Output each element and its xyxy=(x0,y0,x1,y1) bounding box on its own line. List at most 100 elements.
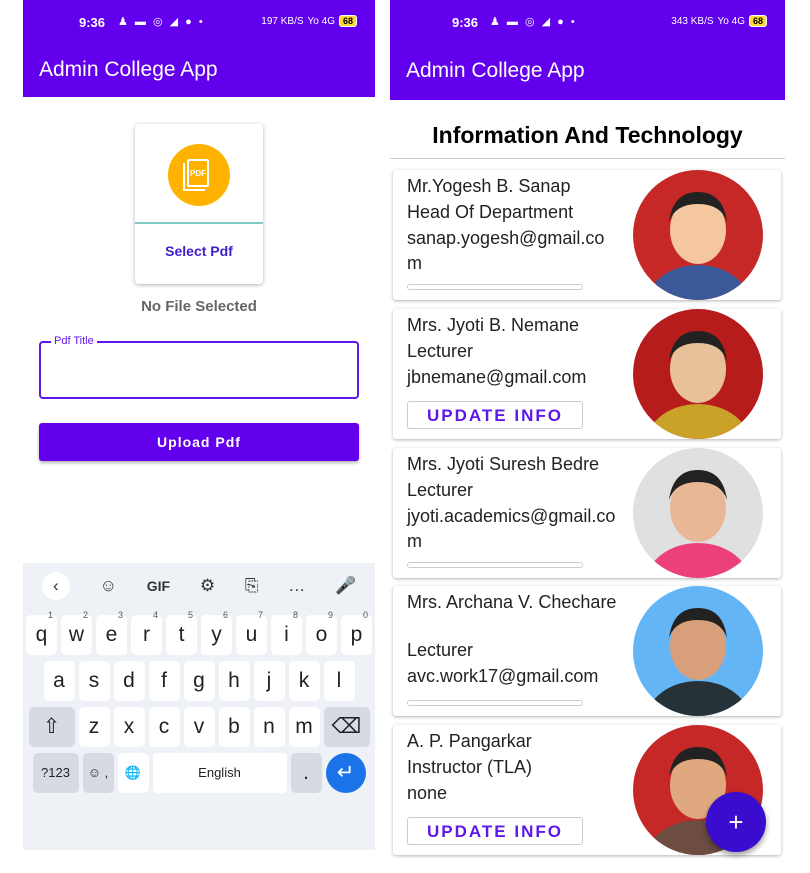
update-info-button[interactable] xyxy=(407,700,583,706)
key-a[interactable]: a xyxy=(43,661,75,701)
key-q[interactable]: q1 xyxy=(26,610,57,655)
faculty-post: Instructor (TLA) xyxy=(407,757,533,777)
translate-icon[interactable]: ⎘ xyxy=(245,576,259,596)
faculty-email: jyoti.academics@gmail.com xyxy=(407,506,616,551)
faculty-post: Lecturer xyxy=(407,480,474,500)
battery-icon: 68 xyxy=(748,15,767,27)
update-info-button[interactable] xyxy=(407,562,583,568)
update-info-button[interactable] xyxy=(407,284,583,290)
key-o[interactable]: o9 xyxy=(306,610,337,655)
faculty-post: Lecturer xyxy=(407,640,474,660)
globe-icon[interactable]: 🌐 xyxy=(117,753,149,793)
settings-icon[interactable]: ⚙ xyxy=(200,576,215,596)
update-info-button[interactable]: UPDATE INFO xyxy=(407,817,583,845)
gif-button[interactable]: GIF xyxy=(147,578,170,594)
key-r[interactable]: r4 xyxy=(131,610,162,655)
faculty-name: Mrs. Jyoti B. Nemane xyxy=(407,315,580,335)
keyboard-toolbar: ‹ ☺ GIF ⚙ ⎘ … 🎤 xyxy=(23,563,375,609)
collapse-icon[interactable]: ‹ xyxy=(41,572,70,600)
faculty-email: none xyxy=(407,783,448,803)
status-bar: 9:36 ♟ ▬ ◎ ◢ ● • 343 KB/S Yo 4G 68 xyxy=(390,0,785,45)
key-i[interactable]: i8 xyxy=(271,610,302,655)
upload-screen: 9:36 ♟ ▬ ◎ ◢ ● • 197 KB/S Yo 4G 68 Admin… xyxy=(23,0,375,873)
notification-icons: ♟ ▬ ◎ ◢ ● • xyxy=(118,16,205,28)
key-x[interactable]: x xyxy=(113,707,145,747)
key-c[interactable]: c xyxy=(148,707,180,747)
faculty-list-screen: 9:36 ♟ ▬ ◎ ◢ ● • 343 KB/S Yo 4G 68 Admin… xyxy=(390,0,785,873)
mic-icon[interactable]: 🎤 xyxy=(335,576,356,596)
add-faculty-button[interactable]: + xyxy=(706,792,766,852)
space-key[interactable]: English xyxy=(152,753,287,793)
key-h[interactable]: h xyxy=(218,661,250,701)
faculty-card[interactable]: Mrs. Jyoti Suresh Bedre Lecturer jyoti.aca… xyxy=(393,448,781,578)
app-title: Admin College App xyxy=(39,58,218,81)
key-k[interactable]: k xyxy=(288,661,320,701)
key-e[interactable]: e3 xyxy=(96,610,127,655)
emoji-key[interactable]: ☺ , xyxy=(82,753,114,793)
app-title: Admin College App xyxy=(406,59,585,82)
app-bar: Admin College App xyxy=(390,45,785,100)
faculty-card[interactable]: Mr.Yogesh B. Sanap Head Of Department sana… xyxy=(393,170,781,300)
more-icon[interactable]: … xyxy=(288,576,305,596)
speed-indicator: 197 KB/S xyxy=(261,15,304,27)
key-p[interactable]: p0 xyxy=(341,610,372,655)
status-time: 9:36 xyxy=(452,15,479,30)
app-bar: Admin College App xyxy=(23,45,375,97)
status-right: 343 KB/S Yo 4G 68 xyxy=(671,15,767,27)
backspace-key[interactable]: ⌫ xyxy=(323,707,370,747)
faculty-name: A. P. Pangarkar xyxy=(407,731,532,751)
key-j[interactable]: j xyxy=(253,661,285,701)
faculty-name: Mrs. Archana V. Chechare xyxy=(407,592,617,612)
faculty-post: Lecturer xyxy=(407,341,474,361)
key-f[interactable]: f xyxy=(148,661,180,701)
faculty-name: Mrs. Jyoti Suresh Bedre xyxy=(407,454,600,474)
status-right: 197 KB/S Yo 4G 68 xyxy=(261,15,357,27)
faculty-card[interactable]: Mrs. Archana V. Chechare Lecturer avc.work… xyxy=(393,586,781,716)
faculty-email: sanap.yogesh@gmail.com xyxy=(407,228,605,273)
pdf-badge: PDF xyxy=(187,159,209,187)
faculty-photo xyxy=(633,170,763,300)
key-y[interactable]: y6 xyxy=(201,610,232,655)
key-s[interactable]: s xyxy=(78,661,110,701)
select-pdf-label: Select Pdf xyxy=(165,243,233,259)
key-t[interactable]: t5 xyxy=(166,610,197,655)
faculty-photo xyxy=(633,448,763,578)
key-w[interactable]: w2 xyxy=(61,610,92,655)
shift-key[interactable]: ⇧ xyxy=(28,707,75,747)
enter-key[interactable]: ↵ xyxy=(325,753,366,793)
period-key[interactable]: . xyxy=(290,753,322,793)
faculty-card[interactable]: Mrs. Jyoti B. Nemane Lecturer jbnemane@gma… xyxy=(393,309,781,439)
sticker-icon[interactable]: ☺ xyxy=(100,576,117,596)
key-u[interactable]: u7 xyxy=(236,610,267,655)
battery-icon: 68 xyxy=(338,15,357,27)
network-indicator: Yo 4G xyxy=(307,15,335,27)
file-status: No File Selected xyxy=(141,298,257,315)
key-v[interactable]: v xyxy=(183,707,215,747)
key-b[interactable]: b xyxy=(218,707,250,747)
update-info-button[interactable]: UPDATE INFO xyxy=(407,401,583,429)
numbers-key[interactable]: ?123 xyxy=(32,753,79,793)
faculty-email: jbnemane@gmail.com xyxy=(407,367,587,387)
status-bar: 9:36 ♟ ▬ ◎ ◢ ● • 197 KB/S Yo 4G 68 xyxy=(23,0,375,45)
faculty-post: Head Of Department xyxy=(407,202,574,222)
key-m[interactable]: m xyxy=(288,707,320,747)
key-l[interactable]: l xyxy=(323,661,355,701)
network-indicator: Yo 4G xyxy=(717,15,745,27)
select-pdf-card[interactable]: PDF Select Pdf xyxy=(135,124,263,284)
pdf-icon: PDF xyxy=(168,144,230,206)
notification-icons: ♟ ▬ ◎ ◢ ● • xyxy=(490,16,577,28)
faculty-photo xyxy=(633,586,763,716)
upload-pdf-button[interactable]: Upload Pdf xyxy=(39,423,359,461)
faculty-name: Mr.Yogesh B. Sanap xyxy=(407,176,571,196)
faculty-photo xyxy=(633,309,763,439)
key-d[interactable]: d xyxy=(113,661,145,701)
key-z[interactable]: z xyxy=(78,707,110,747)
department-title: Information And Technology xyxy=(390,100,785,159)
pdf-title-input[interactable]: Pdf Title xyxy=(39,335,359,399)
faculty-email: avc.work17@gmail.com xyxy=(407,666,599,686)
key-g[interactable]: g xyxy=(183,661,215,701)
status-time: 9:36 xyxy=(79,15,106,30)
pdf-title-label: Pdf Title xyxy=(51,335,97,347)
key-n[interactable]: n xyxy=(253,707,285,747)
speed-indicator: 343 KB/S xyxy=(671,15,714,27)
